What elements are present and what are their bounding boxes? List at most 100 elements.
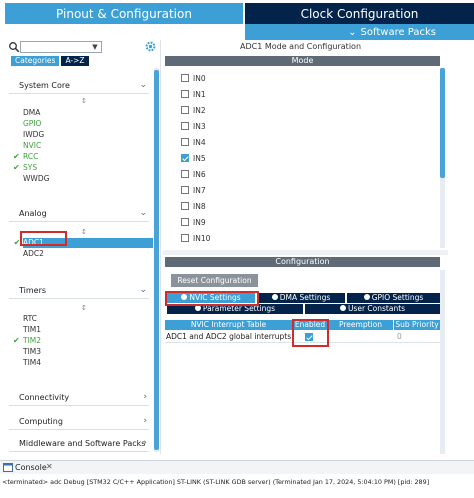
list-item-rtc[interactable]: RTC: [23, 314, 37, 324]
checkbox[interactable]: [181, 90, 189, 98]
input-in1[interactable]: IN1: [181, 88, 206, 100]
check-icon: ✔: [13, 336, 20, 345]
tab-dma-settings[interactable]: DMA Settings: [257, 293, 345, 303]
tab-label: User Constants: [347, 304, 406, 313]
section-system-core[interactable]: System Core ⌄: [9, 78, 149, 94]
list-item-nvic[interactable]: NVIC: [23, 141, 41, 151]
search-dropdown-icon[interactable]: ▼: [90, 42, 100, 52]
list-item-tim3[interactable]: TIM3: [23, 347, 41, 357]
input-label: IN8: [193, 201, 206, 211]
close-icon[interactable]: ✕: [46, 462, 53, 471]
input-label: IN9: [193, 217, 206, 227]
section-computing[interactable]: Computing ›: [9, 414, 149, 430]
checkbox[interactable]: [181, 170, 189, 178]
input-in0[interactable]: IN0: [181, 72, 206, 84]
column-header-preemption: Preemption Priority: [328, 320, 393, 339]
sort-icon[interactable]: ↕: [81, 97, 87, 105]
radio-icon: [363, 294, 370, 300]
radio-icon: [339, 305, 346, 311]
checkbox[interactable]: [181, 234, 189, 242]
tab-label: GPIO Settings: [371, 293, 424, 302]
list-item-rcc[interactable]: ✔ RCC: [13, 152, 39, 162]
item-label: TIM2: [23, 336, 42, 345]
tab-clock-configuration[interactable]: Clock Configuration: [245, 3, 474, 24]
input-in8[interactable]: IN8: [181, 200, 206, 212]
mode-scrollbar[interactable]: [440, 68, 445, 248]
list-item-tim2[interactable]: ✔ TIM2: [13, 336, 42, 346]
sub-priority-value[interactable]: 0: [397, 332, 402, 341]
list-item-iwdg[interactable]: IWDG: [23, 130, 44, 140]
sort-icon[interactable]: ↕: [81, 304, 87, 312]
sidebar-scrollbar[interactable]: [154, 68, 159, 452]
section-label: Middleware and Software Packs: [19, 439, 146, 448]
panel-title: ADC1 Mode and Configuration: [239, 42, 362, 51]
list-item-adc2[interactable]: ADC2: [23, 249, 44, 259]
input-label: IN5: [193, 153, 206, 163]
section-connectivity[interactable]: Connectivity ›: [9, 390, 149, 406]
mode-scroll-thumb[interactable]: [440, 68, 445, 178]
check-icon: ✔: [13, 163, 20, 172]
section-label: Analog: [19, 209, 47, 218]
mode-header: Mode: [165, 56, 440, 66]
tab-categories[interactable]: Categories: [11, 56, 60, 66]
console-tab[interactable]: Console: [15, 463, 47, 472]
input-in6[interactable]: IN6: [181, 168, 206, 180]
chevron-down-icon: ⌄: [139, 285, 147, 295]
list-item-dma[interactable]: DMA: [23, 108, 40, 118]
adc1-highlight-box: [20, 231, 67, 246]
panel-splitter[interactable]: [163, 250, 448, 255]
checkbox[interactable]: [181, 74, 189, 82]
checkbox[interactable]: [181, 138, 189, 146]
input-label: IN7: [193, 185, 206, 195]
config-scrollbar[interactable]: [440, 270, 445, 454]
list-item-wwdg[interactable]: WWDG: [23, 174, 49, 184]
input-label: IN3: [193, 121, 206, 131]
tab-gpio-settings[interactable]: GPIO Settings: [347, 293, 440, 303]
input-in7[interactable]: IN7: [181, 184, 206, 196]
top-tab-bar: Pinout & Configuration Clock Configurati…: [0, 0, 474, 40]
tab-label: DMA Settings: [279, 293, 331, 302]
item-label: RCC: [23, 152, 39, 161]
sidebar-scroll-thumb[interactable]: [154, 70, 159, 450]
input-in5[interactable]: IN5: [181, 152, 206, 164]
list-item-sys[interactable]: ✔ SYS: [13, 163, 37, 173]
checkbox[interactable]: [181, 122, 189, 130]
chevron-down-icon: ⌄: [139, 208, 147, 218]
input-in4[interactable]: IN4: [181, 136, 206, 148]
input-in3[interactable]: IN3: [181, 120, 206, 132]
checkbox[interactable]: [181, 202, 189, 210]
input-in2[interactable]: IN2: [181, 104, 206, 116]
search-row: ▼: [5, 40, 161, 54]
list-item-tim4[interactable]: TIM4: [23, 358, 41, 368]
checkbox[interactable]: [181, 186, 189, 194]
category-toggle: Categories A->Z: [11, 56, 89, 66]
gear-icon[interactable]: [144, 40, 157, 53]
list-item-gpio[interactable]: GPIO: [23, 119, 41, 129]
input-in9[interactable]: IN9: [181, 216, 206, 228]
input-in10[interactable]: IN10: [181, 232, 210, 244]
reset-configuration-button[interactable]: Reset Configuration: [171, 274, 258, 287]
column-header-nvic-table: NVIC Interrupt Table: [165, 320, 292, 330]
input-label: IN6: [193, 169, 206, 179]
section-middleware[interactable]: Middleware and Software Packs ›: [9, 436, 149, 452]
section-label: System Core: [19, 81, 70, 90]
section-label: Timers: [19, 286, 47, 295]
tab-pinout-configuration[interactable]: Pinout & Configuration: [5, 3, 243, 24]
sort-icon[interactable]: ↕: [81, 228, 87, 236]
section-analog[interactable]: Analog ⌄: [9, 206, 149, 222]
software-packs-menu[interactable]: ⌄ Software Packs: [245, 24, 474, 40]
enabled-highlight-box: [292, 319, 329, 347]
nvic-highlight-box: [165, 291, 259, 306]
adc-input-list: IN0 IN1 IN2 IN3 IN4 IN5 IN6 IN7 IN8 IN9 …: [165, 68, 435, 246]
section-timers[interactable]: Timers ⌄: [9, 283, 149, 299]
checkbox-checked[interactable]: [181, 154, 189, 162]
checkbox[interactable]: [181, 106, 189, 114]
list-item-tim1[interactable]: TIM1: [23, 325, 41, 335]
input-label: IN4: [193, 137, 206, 147]
checkbox[interactable]: [181, 218, 189, 226]
category-tree: System Core ⌄ ↕ DMA GPIO IWDG NVIC ✔ RCC…: [9, 68, 153, 452]
tab-a-to-z[interactable]: A->Z: [61, 56, 89, 66]
chevron-right-icon: ›: [143, 438, 147, 448]
tab-user-constants[interactable]: User Constants: [305, 304, 440, 314]
console-output: <terminated> adc Debug [STM32 C/C++ Appl…: [2, 478, 430, 486]
